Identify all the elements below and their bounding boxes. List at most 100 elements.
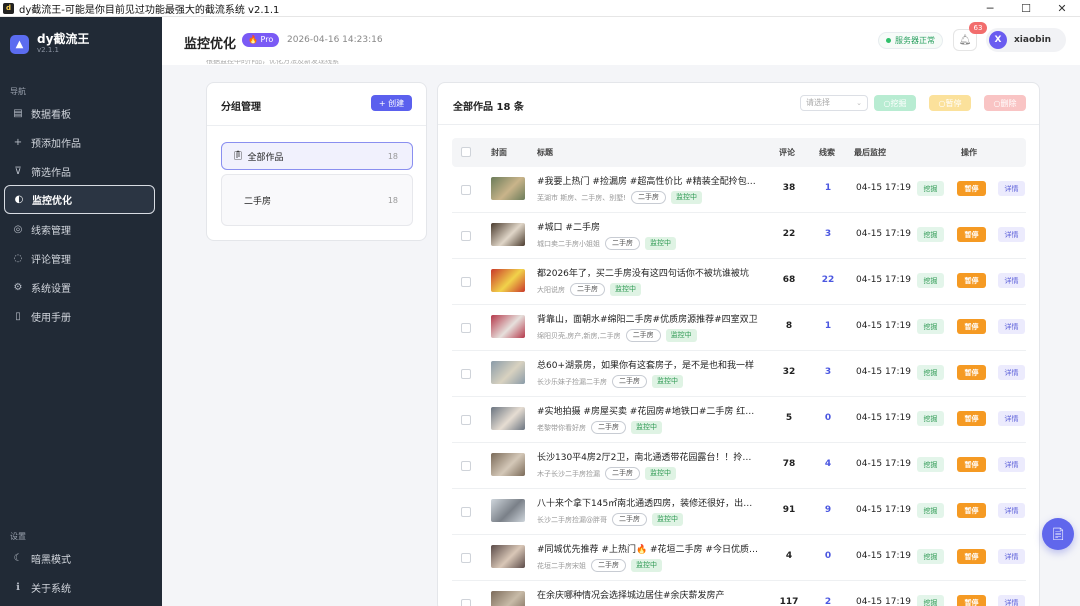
row-detail-button[interactable]: 详情 (998, 595, 1025, 606)
row-title[interactable]: 都2026年了，买二手房没有这四句话你不被坑谁被坑 (537, 266, 759, 279)
row-leads[interactable]: 0 (815, 413, 841, 423)
row-title[interactable]: 总60+湖景房，如果你有这套房子，是不是也和我一样 (537, 358, 759, 371)
cover-thumbnail[interactable] (491, 499, 525, 522)
row-pause-button[interactable]: 暂停 (957, 365, 986, 380)
row-dig-button[interactable]: 挖掘 (917, 273, 944, 288)
cover-thumbnail[interactable] (491, 315, 525, 338)
close-button[interactable]: ✕ (1044, 0, 1080, 17)
row-checkbox[interactable] (461, 461, 471, 471)
row-leads[interactable]: 9 (815, 505, 841, 515)
row-leads[interactable]: 0 (815, 551, 841, 561)
row-pause-button[interactable]: 暂停 (957, 319, 986, 334)
window-controls: ─ ☐ ✕ (972, 0, 1080, 17)
batch-dig-button[interactable]: ○ 挖掘 (874, 95, 916, 111)
row-checkbox[interactable] (461, 185, 471, 195)
group-item-second-hand[interactable]: 二手房 18 (221, 174, 413, 226)
app-icon: d (3, 2, 14, 14)
row-tag: 二手房 (612, 513, 647, 526)
row-title[interactable]: #实地拍摄 #房屋买卖 #花园房#地铁口#二手房 红高粱 (537, 404, 759, 417)
row-dig-button[interactable]: 挖掘 (917, 319, 944, 334)
sidebar-item-manual[interactable]: ▯ 使用手册 (4, 302, 155, 331)
row-title[interactable]: 在余庆哪种情况会选择城边居住#余庆薪发房产 (537, 588, 759, 601)
row-dig-button[interactable]: 挖掘 (917, 181, 944, 196)
row-leads[interactable]: 22 (815, 275, 841, 285)
group-item-all[interactable]: 📋︎ 全部作品 18 (221, 142, 413, 170)
row-dig-button[interactable]: 挖掘 (917, 411, 944, 426)
sidebar-item-monitor[interactable]: ◐ 监控优化 (4, 185, 155, 214)
row-dig-button[interactable]: 挖掘 (917, 365, 944, 380)
cover-thumbnail[interactable] (491, 223, 525, 246)
row-detail-button[interactable]: 详情 (998, 365, 1025, 380)
sidebar-item-comments[interactable]: ◌ 评论管理 (4, 244, 155, 273)
row-leads[interactable]: 1 (815, 183, 841, 193)
row-checkbox[interactable] (461, 599, 471, 606)
row-pause-button[interactable]: 暂停 (957, 595, 986, 606)
batch-delete-button[interactable]: ○ 删除 (984, 95, 1026, 111)
row-pause-button[interactable]: 暂停 (957, 457, 986, 472)
row-leads[interactable]: 4 (815, 459, 841, 469)
cover-thumbnail[interactable] (491, 361, 525, 384)
row-checkbox[interactable] (461, 553, 471, 563)
cover-thumbnail[interactable] (491, 177, 525, 200)
row-pause-button[interactable]: 暂停 (957, 549, 986, 564)
row-checkbox[interactable] (461, 277, 471, 287)
sidebar-item-filter[interactable]: ⊽ 筛选作品 (4, 157, 155, 186)
minimize-button[interactable]: ─ (972, 0, 1008, 17)
row-title[interactable]: 背靠山，面朝水#绵阳二手房#优质房源推荐#四室双卫 (537, 312, 759, 325)
cover-thumbnail[interactable] (491, 453, 525, 476)
row-detail-button[interactable]: 详情 (998, 273, 1025, 288)
row-checkbox[interactable] (461, 231, 471, 241)
document-icon[interactable]: 📄︎ (1042, 518, 1074, 550)
sidebar-item-pre-add[interactable]: + 预添加作品 (4, 128, 155, 157)
row-leads[interactable]: 3 (815, 229, 841, 239)
cover-thumbnail[interactable] (491, 407, 525, 430)
row-title[interactable]: #城口 #二手房 (537, 220, 759, 233)
row-checkbox[interactable] (461, 507, 471, 517)
row-dig-button[interactable]: 挖掘 (917, 595, 944, 606)
cover-thumbnail[interactable] (491, 269, 525, 292)
row-title[interactable]: #同城优先推荐 #上热门🔥 #花垣二手房 #今日优质房源 (537, 542, 759, 555)
batch-pause-button[interactable]: ○ 暂停 (929, 95, 971, 111)
row-detail-button[interactable]: 详情 (998, 227, 1025, 242)
nav-heading: 导航 (10, 87, 26, 96)
row-detail-button[interactable]: 详情 (998, 549, 1025, 564)
sidebar-item-label: 线索管理 (31, 226, 71, 237)
row-checkbox[interactable] (461, 415, 471, 425)
sidebar-item-about[interactable]: ℹ 关于系统 (4, 573, 155, 602)
row-dig-button[interactable]: 挖掘 (917, 457, 944, 472)
sidebar-item-dark-mode[interactable]: ☾ 暗黑模式 (4, 544, 155, 573)
divider (438, 124, 1039, 125)
group-select[interactable]: 请选择 ⌄ (800, 95, 868, 111)
row-leads[interactable]: 2 (815, 597, 841, 606)
row-detail-button[interactable]: 详情 (998, 503, 1025, 518)
row-leads[interactable]: 1 (815, 321, 841, 331)
row-detail-button[interactable]: 详情 (998, 181, 1025, 196)
cover-thumbnail[interactable] (491, 545, 525, 568)
select-all-checkbox[interactable] (461, 147, 471, 157)
row-pause-button[interactable]: 暂停 (957, 411, 986, 426)
maximize-button[interactable]: ☐ (1008, 0, 1044, 17)
row-title[interactable]: #我要上热门 #捡漏房 #超高性价比 #精装全配拎包入住 (537, 174, 759, 187)
row-pause-button[interactable]: 暂停 (957, 227, 986, 242)
row-pause-button[interactable]: 暂停 (957, 181, 986, 196)
row-dig-button[interactable]: 挖掘 (917, 227, 944, 242)
row-title[interactable]: 长沙130平4房2厅2卫，南北通透带花园露台！！拎包入住 (537, 450, 759, 463)
row-author: 老黎带你看好房 (537, 423, 586, 432)
create-group-button[interactable]: + 创建 (371, 95, 412, 111)
row-dig-button[interactable]: 挖掘 (917, 503, 944, 518)
row-checkbox[interactable] (461, 323, 471, 333)
row-pause-button[interactable]: 暂停 (957, 503, 986, 518)
cover-thumbnail[interactable] (491, 591, 525, 606)
row-pause-button[interactable]: 暂停 (957, 273, 986, 288)
row-leads[interactable]: 3 (815, 367, 841, 377)
sidebar-item-leads[interactable]: ◎ 线索管理 (4, 215, 155, 244)
row-detail-button[interactable]: 详情 (998, 319, 1025, 334)
row-title[interactable]: 八十来个拿下145㎡南北通透四房，装修还很好，出门就是 (537, 496, 759, 509)
sidebar-item-dashboard[interactable]: ▤ 数据看板 (4, 99, 155, 128)
user-menu[interactable]: X xiaobin (986, 28, 1066, 52)
row-dig-button[interactable]: 挖掘 (917, 549, 944, 564)
sidebar-item-settings[interactable]: ⚙ 系统设置 (4, 273, 155, 302)
row-detail-button[interactable]: 详情 (998, 457, 1025, 472)
row-detail-button[interactable]: 详情 (998, 411, 1025, 426)
row-checkbox[interactable] (461, 369, 471, 379)
